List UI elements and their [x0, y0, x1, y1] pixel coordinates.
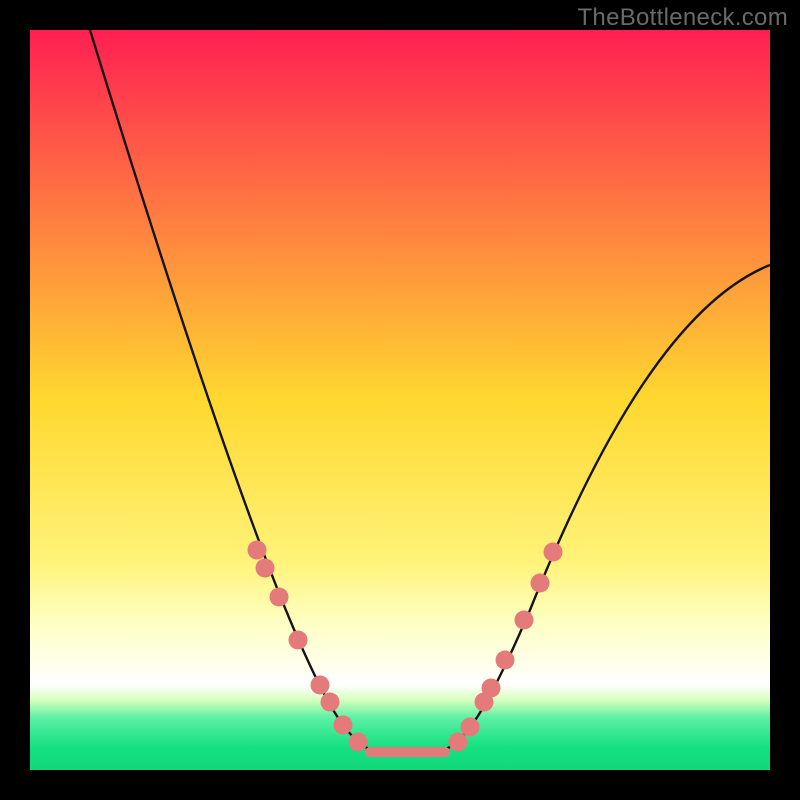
plot-area	[30, 30, 770, 770]
bottleneck-curve	[90, 30, 770, 752]
marker-dot	[334, 716, 353, 735]
marker-dot	[311, 676, 330, 695]
marker-dot	[321, 693, 340, 712]
marker-dot	[544, 543, 563, 562]
marker-dot	[289, 631, 308, 650]
chart-frame: TheBottleneck.com	[0, 0, 800, 800]
marker-dot	[515, 611, 534, 630]
marker-dot	[248, 541, 267, 560]
marker-dot	[270, 588, 289, 607]
watermark-text: TheBottleneck.com	[577, 4, 788, 32]
marker-dot	[482, 679, 501, 698]
marker-dot	[461, 718, 480, 737]
marker-dot	[531, 574, 550, 593]
marker-dot	[496, 651, 515, 670]
marker-dot	[256, 559, 275, 578]
marker-dot	[349, 733, 368, 752]
curve-layer	[30, 30, 770, 770]
marker-dot	[449, 733, 468, 752]
markers-left	[248, 541, 368, 752]
